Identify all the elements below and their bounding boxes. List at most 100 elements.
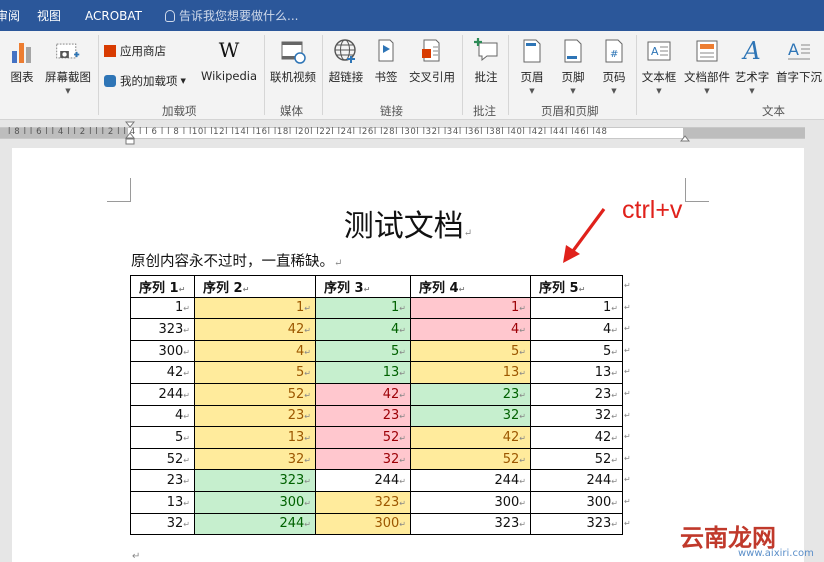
table-cell[interactable]: 300↵ bbox=[194, 490, 316, 514]
table-cell[interactable]: 32↵ bbox=[194, 447, 316, 471]
table-cell[interactable]: 323↵ bbox=[194, 469, 316, 492]
row-end-mark: ↵ bbox=[624, 497, 631, 506]
table-cell[interactable]: 42↵ bbox=[315, 382, 411, 406]
wordart-button[interactable]: A 艺术字 ▼ bbox=[732, 37, 772, 95]
table-cell[interactable]: 23↵ bbox=[530, 382, 623, 406]
data-table[interactable]: 序列 1↵ 序列 2↵ 序列 3↵ 序列 4↵ 序列 5↵ 1↵ 1↵ 1↵ 1↵ 1↵… bbox=[130, 275, 623, 536]
textbox-button[interactable]: A 文本框 ▼ bbox=[640, 37, 678, 95]
wikipedia-button[interactable]: W Wikipedia bbox=[198, 37, 260, 83]
table-cell[interactable]: 1↵ bbox=[410, 296, 531, 320]
header-button[interactable]: 页眉 ▼ bbox=[514, 37, 550, 95]
row-end-mark: ↵ bbox=[624, 389, 631, 398]
store-button[interactable]: 应用商店 bbox=[104, 43, 166, 59]
hyperlink-button[interactable]: 超链接 bbox=[325, 37, 367, 85]
table-cell[interactable]: 1↵ bbox=[130, 296, 195, 320]
table-cell[interactable]: 4↵ bbox=[410, 318, 531, 341]
menu-acrobat[interactable]: ACROBAT bbox=[85, 0, 142, 31]
table-header-cell[interactable]: 序列 4↵ bbox=[410, 275, 531, 298]
table-cell[interactable]: 32↵ bbox=[410, 404, 531, 428]
table-cell[interactable]: 244↵ bbox=[410, 469, 531, 492]
table-cell[interactable]: 5↵ bbox=[315, 339, 411, 363]
table-cell[interactable]: 13↵ bbox=[130, 490, 195, 514]
table-cell[interactable]: 42↵ bbox=[130, 361, 195, 384]
comment-icon bbox=[474, 38, 498, 62]
table-cell[interactable]: 42↵ bbox=[530, 426, 623, 449]
table-row: 42↵ 5↵ 13↵ 13↵ 13↵ bbox=[130, 361, 623, 384]
table-cell[interactable]: 32↵ bbox=[530, 404, 623, 428]
table-cell[interactable]: 32↵ bbox=[130, 512, 195, 536]
wikipedia-label: Wikipedia bbox=[200, 69, 258, 83]
page-number-button[interactable]: # 页码 ▼ bbox=[596, 37, 632, 95]
document-title-text: 测试文档 bbox=[343, 209, 464, 244]
chart-button[interactable]: 图表 bbox=[5, 37, 39, 85]
online-video-button[interactable]: 联机视频 bbox=[267, 37, 319, 85]
table-cell[interactable]: 5↵ bbox=[530, 339, 623, 363]
footer-button[interactable]: 页脚 ▼ bbox=[555, 37, 591, 95]
table-cell[interactable]: 52↵ bbox=[410, 447, 531, 471]
table-cell[interactable]: 13↵ bbox=[410, 361, 531, 384]
table-cell[interactable]: 5↵ bbox=[194, 361, 316, 384]
table-header-cell[interactable]: 序列 2↵ bbox=[194, 275, 316, 298]
indent-marker-icon[interactable] bbox=[125, 121, 135, 145]
table-cell[interactable]: 1↵ bbox=[315, 296, 411, 320]
quick-parts-label: 文档部件 bbox=[684, 70, 730, 84]
table-cell[interactable]: 300↵ bbox=[130, 339, 195, 363]
table-cell[interactable]: 13↵ bbox=[194, 426, 316, 449]
table-cell[interactable]: 300↵ bbox=[315, 512, 411, 536]
tell-me-box[interactable]: 告诉我您想要做什么... bbox=[165, 0, 298, 31]
table-header-cell[interactable]: 序列 5↵ bbox=[530, 275, 623, 298]
row-end-mark: ↵ bbox=[624, 324, 631, 334]
screenshot-button[interactable]: 屏幕截图 ▼ bbox=[40, 37, 96, 95]
table-cell[interactable]: 323↵ bbox=[130, 318, 195, 341]
table-row: 323↵ 42↵ 4↵ 4↵ 4↵ bbox=[130, 318, 623, 341]
comment-button[interactable]: 批注 bbox=[466, 37, 506, 85]
my-addins-button[interactable]: 我的加载项 ▼ bbox=[104, 73, 186, 89]
table-cell[interactable]: 4↵ bbox=[130, 404, 195, 428]
table-cell[interactable]: 244↵ bbox=[315, 469, 411, 492]
table-cell[interactable]: 300↵ bbox=[530, 490, 623, 514]
table-cell[interactable]: 244↵ bbox=[530, 469, 623, 492]
table-cell[interactable]: 42↵ bbox=[194, 318, 316, 341]
table-cell[interactable]: 244↵ bbox=[130, 382, 195, 406]
table-cell[interactable]: 1↵ bbox=[194, 296, 316, 320]
cross-reference-label: 交叉引用 bbox=[409, 70, 455, 84]
menu-review[interactable]: 审阅 bbox=[0, 0, 20, 31]
table-cell[interactable]: 323↵ bbox=[530, 512, 623, 536]
table-cell[interactable]: 1↵ bbox=[530, 296, 623, 320]
table-cell[interactable]: 323↵ bbox=[315, 490, 411, 514]
table-cell[interactable]: 323↵ bbox=[410, 512, 531, 536]
table-header-cell[interactable]: 序列 3↵ bbox=[315, 275, 411, 298]
row-end-mark: ↵ bbox=[624, 475, 631, 485]
chevron-down-icon: ▼ bbox=[529, 87, 535, 95]
menu-view[interactable]: 视图 bbox=[37, 0, 61, 31]
table-cell[interactable]: 13↵ bbox=[530, 361, 623, 384]
table-cell[interactable]: 5↵ bbox=[410, 339, 531, 363]
table-cell[interactable]: 4↵ bbox=[315, 318, 411, 341]
table-cell[interactable]: 13↵ bbox=[315, 361, 411, 384]
page-number-label: 页码 bbox=[602, 70, 626, 84]
table-cell[interactable]: 52↵ bbox=[130, 447, 195, 471]
table-cell[interactable]: 32↵ bbox=[315, 447, 411, 471]
drop-cap-button[interactable]: A 首字下沉 bbox=[772, 37, 824, 85]
document-subtitle-text: 原创内容永不过时，一直稀缺。 bbox=[131, 254, 334, 270]
table-cell[interactable]: 23↵ bbox=[130, 469, 195, 492]
table-cell[interactable]: 23↵ bbox=[194, 404, 316, 428]
bookmark-button[interactable]: 书签 bbox=[370, 37, 402, 85]
group-label-header-footer: 页眉和页脚 bbox=[541, 104, 599, 118]
table-cell[interactable]: 52↵ bbox=[315, 426, 411, 449]
horizontal-ruler[interactable]: l 8 l l 6 l l 4 l l 2 l l l 2 l l 4 l l … bbox=[0, 121, 824, 145]
table-header-cell[interactable]: 序列 1↵ bbox=[130, 275, 195, 298]
table-cell[interactable]: 23↵ bbox=[410, 382, 531, 406]
right-indent-marker-icon[interactable] bbox=[680, 133, 690, 143]
table-cell[interactable]: 300↵ bbox=[410, 490, 531, 514]
table-cell[interactable]: 52↵ bbox=[194, 382, 316, 406]
table-cell[interactable]: 4↵ bbox=[194, 339, 316, 363]
table-cell[interactable]: 23↵ bbox=[315, 404, 411, 428]
table-cell[interactable]: 5↵ bbox=[130, 426, 195, 449]
table-cell[interactable]: 244↵ bbox=[194, 512, 316, 536]
table-cell[interactable]: 4↵ bbox=[530, 318, 623, 341]
cross-reference-button[interactable]: 交叉引用 bbox=[405, 37, 459, 85]
quick-parts-button[interactable]: 文档部件 ▼ bbox=[682, 37, 732, 95]
table-cell[interactable]: 42↵ bbox=[410, 426, 531, 449]
table-cell[interactable]: 52↵ bbox=[530, 447, 623, 471]
